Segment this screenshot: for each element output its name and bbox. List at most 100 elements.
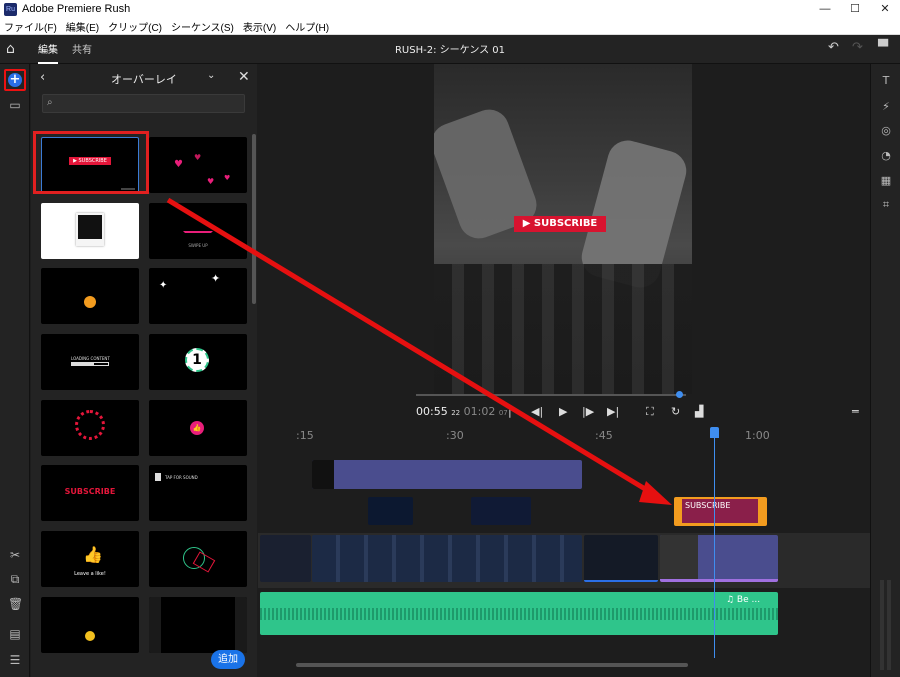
- overlay-thumb-emoji[interactable]: [41, 597, 139, 653]
- transform-icon[interactable]: ⌗: [879, 198, 893, 212]
- track-list-icon[interactable]: ☰: [8, 653, 22, 667]
- skip-end-icon[interactable]: ▶|: [607, 405, 619, 418]
- speed-icon[interactable]: ◔: [879, 149, 893, 163]
- thumb-swipe-text: SWIPE UP: [188, 243, 208, 248]
- overlay-thumb-tap-sound[interactable]: TAP FOR SOUND: [149, 465, 247, 521]
- title-clip[interactable]: [312, 460, 582, 489]
- video-clip-4[interactable]: [660, 535, 778, 582]
- playhead-line: [714, 432, 715, 658]
- video-preview: ▶ SUBSCRIBE: [434, 64, 692, 394]
- panel-scrollbar[interactable]: [252, 134, 256, 304]
- menu-clip[interactable]: クリップ(C): [104, 19, 167, 34]
- window-titlebar: Ru Adobe Premiere Rush — ☐ ✕: [0, 0, 900, 18]
- menu-view[interactable]: 表示(V): [239, 19, 281, 34]
- titles-icon[interactable]: T: [879, 74, 893, 88]
- panel-title: オーバーレイ: [111, 73, 177, 86]
- menu-edit[interactable]: 編集(E): [62, 19, 104, 34]
- play-icon[interactable]: ▶: [559, 405, 567, 418]
- overlay-thumb-sparkles[interactable]: ✦ ✦: [149, 268, 247, 324]
- menu-bar: ファイル(F) 編集(E) クリップ(C) シーケンス(S) 表示(V) ヘルプ…: [0, 18, 900, 35]
- overlay-thumb-leave-like[interactable]: 👍 Leave a like!: [41, 531, 139, 587]
- tab-edit[interactable]: 編集: [38, 41, 58, 64]
- timeline-scrollbar[interactable]: [296, 663, 688, 667]
- subscribe-overlay-clip[interactable]: SUBSCRIBE: [674, 497, 767, 526]
- step-back-icon[interactable]: ◀|: [531, 405, 543, 418]
- add-overlay-button[interactable]: 追加: [211, 650, 245, 669]
- app-icon: Ru: [4, 2, 17, 16]
- selected-thumb-highlight: [33, 131, 149, 194]
- minimize-button[interactable]: —: [810, 0, 840, 18]
- overlay-thumb-hearts[interactable]: ♥ ♥ ♥ ♥: [149, 137, 247, 193]
- thumb-tap-sound-text: TAP FOR SOUND: [165, 475, 198, 480]
- ruler-45: :45: [595, 429, 613, 442]
- scrubber-handle[interactable]: [676, 391, 683, 398]
- overlay-thumb-geometric[interactable]: [149, 531, 247, 587]
- ruler-100: 1:00: [745, 429, 770, 442]
- current-time: 00:55: [416, 405, 448, 418]
- tracks-icon[interactable]: ▤: [8, 627, 22, 641]
- left-toolbar: + ▭ ✂ ⧉ 🗑 ▤ ☰: [0, 64, 30, 677]
- overlay-thumb-bell[interactable]: [41, 268, 139, 324]
- thumb-loading-text: LOADING CONTENT: [71, 356, 110, 361]
- audio-clip[interactable]: ♫ Be ...: [260, 592, 778, 635]
- close-window-button[interactable]: ✕: [870, 0, 900, 18]
- overlay-thumb-subscribe-big[interactable]: SUBSCRIBE: [41, 465, 139, 521]
- video-clip-3[interactable]: [584, 535, 658, 582]
- undo-icon[interactable]: ↶: [828, 40, 839, 55]
- video-clip-1[interactable]: [260, 535, 311, 582]
- search-icon: ⌕: [47, 97, 53, 108]
- back-icon[interactable]: ‹: [40, 70, 45, 85]
- chevron-down-icon[interactable]: ⌄: [207, 70, 215, 81]
- preview-scrubber[interactable]: [416, 394, 686, 396]
- overlay-thumb-loading[interactable]: LOADING CONTENT: [41, 334, 139, 390]
- video-clip-2[interactable]: [312, 535, 582, 582]
- ruler-15: :15: [296, 429, 314, 442]
- menu-sequence[interactable]: シーケンス(S): [167, 19, 239, 34]
- fit-icon[interactable]: ⛶: [646, 405, 654, 419]
- redo-icon[interactable]: ↷: [852, 40, 863, 55]
- timeline-menu-icon[interactable]: ═: [852, 405, 859, 418]
- comment-icon[interactable]: ▀: [878, 40, 888, 55]
- quality-icon[interactable]: ▟: [695, 405, 703, 418]
- overlay-thumb-polaroid[interactable]: [41, 203, 139, 259]
- overlay-clip-label: SUBSCRIBE: [682, 499, 758, 523]
- panel-header: ‹ オーバーレイ ⌄ ✕: [31, 64, 257, 92]
- ruler-30: :30: [446, 429, 464, 442]
- split-icon[interactable]: ✂: [8, 548, 22, 562]
- plus-icon: +: [8, 72, 22, 87]
- menu-help[interactable]: ヘルプ(H): [281, 19, 334, 34]
- delete-icon[interactable]: 🗑: [8, 597, 23, 611]
- maximize-button[interactable]: ☐: [840, 0, 870, 18]
- search-field[interactable]: ⌕: [42, 94, 245, 113]
- color-icon[interactable]: ◎: [879, 124, 893, 138]
- duplicate-icon[interactable]: ⧉: [8, 572, 22, 586]
- skip-start-icon[interactable]: |: [508, 405, 512, 418]
- top-toolbar: ⌂ 編集 共有 RUSH-2: シーケンス 01 ↶ ↷ ▀: [0, 35, 900, 64]
- overlay-thumb-countdown[interactable]: 1: [149, 334, 247, 390]
- home-icon[interactable]: ⌂: [6, 41, 22, 57]
- overlay-panel: ‹ オーバーレイ ⌄ ✕ ⌕ ▶ SUBSCRIBE ♥ ♥ ♥ ♥ SWIPE…: [31, 64, 257, 677]
- add-media-button[interactable]: +: [4, 69, 26, 91]
- sequence-title: RUSH-2: シーケンス 01: [394, 45, 506, 56]
- overlay-thumb-phone[interactable]: [149, 597, 247, 653]
- total-frames: 07: [498, 409, 508, 417]
- menu-file[interactable]: ファイル(F): [0, 19, 62, 34]
- loop-icon[interactable]: ↻: [671, 405, 680, 418]
- step-forward-icon[interactable]: |▶: [582, 405, 594, 418]
- tab-share[interactable]: 共有: [72, 41, 92, 56]
- media-bin-icon[interactable]: ▭: [8, 98, 22, 112]
- broll-clip-1[interactable]: [368, 497, 413, 525]
- overlay-thumb-spinner[interactable]: [41, 400, 139, 456]
- thumb-subscribe-big-text: SUBSCRIBE: [64, 487, 116, 496]
- broll-clip-2[interactable]: [471, 497, 531, 525]
- overlay-thumb-like[interactable]: 👍: [149, 400, 247, 456]
- thumb-leave-like-text: Leave a like!: [74, 571, 106, 577]
- search-input[interactable]: [61, 96, 241, 111]
- close-icon[interactable]: ✕: [238, 69, 250, 85]
- current-frames: 22: [451, 409, 461, 417]
- preview-subscribe-overlay[interactable]: ▶ SUBSCRIBE: [514, 216, 606, 232]
- transitions-icon[interactable]: ⚡: [879, 100, 893, 114]
- overlay-thumb-swipe[interactable]: SWIPE UP: [149, 203, 247, 259]
- audio-icon[interactable]: ▦: [879, 174, 893, 188]
- window-title: Adobe Premiere Rush: [22, 3, 131, 15]
